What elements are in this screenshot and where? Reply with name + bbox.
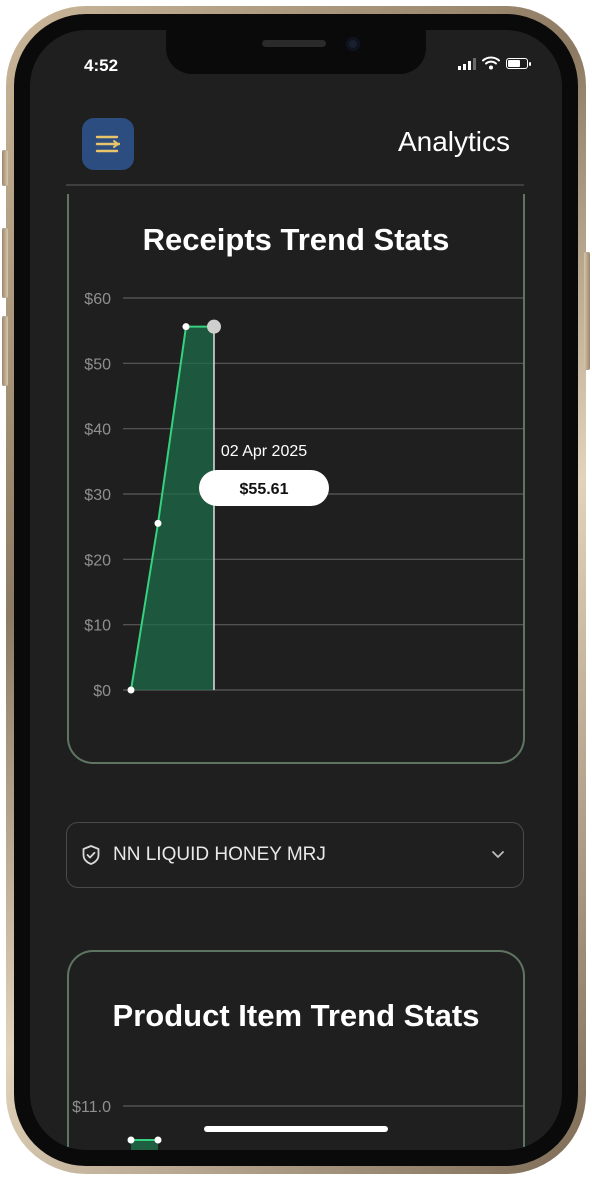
data-point[interactable]: [127, 686, 135, 694]
status-time: 4:52: [84, 56, 119, 75]
home-indicator: [204, 1126, 388, 1132]
receipts-area-fill: [131, 326, 214, 690]
data-point[interactable]: [127, 1136, 135, 1144]
menu-button[interactable]: [82, 118, 134, 170]
y-tick-label: $10: [84, 618, 111, 635]
y-tick-label: $0: [93, 683, 111, 700]
volume-up-button: [2, 228, 8, 298]
menu-lines-icon: [95, 135, 121, 153]
highlighted-data-point[interactable]: [207, 319, 221, 334]
receipts-trend-card: Receipts Trend Stats $0 $10 $20 $30 $40 $50 $6…: [67, 194, 525, 764]
y-tick-label: $20: [84, 552, 111, 569]
y-tick-label: $40: [84, 422, 111, 439]
y-tick-label: $60: [84, 291, 111, 308]
mute-switch: [2, 150, 8, 186]
battery-icon: [506, 57, 531, 69]
chart-tooltip: 02 Apr 2025 $55.61: [199, 443, 329, 506]
status-icons: [458, 56, 531, 70]
front-camera: [346, 37, 360, 51]
receipts-trend-chart[interactable]: $0 $10 $20 $30 $40 $50 $60 02 Apr 2025 $55.61: [67, 194, 525, 714]
product-select-dropdown[interactable]: NN LIQUID HONEY MRJ: [66, 822, 524, 888]
power-button: [584, 252, 590, 370]
data-point[interactable]: [154, 519, 162, 527]
notch: [166, 30, 426, 74]
cellular-signal-icon: [458, 57, 476, 70]
chevron-down-icon: [492, 851, 504, 858]
y-tick-label: $30: [84, 487, 111, 504]
y-tick-label: $11.0: [72, 1099, 111, 1116]
y-tick-label: $50: [84, 356, 111, 373]
shield-check-icon: [82, 845, 100, 865]
header-divider: [66, 184, 524, 186]
data-point[interactable]: [182, 323, 190, 331]
product-trend-chart[interactable]: $11.0: [67, 952, 525, 1150]
product-area-fill: [131, 1140, 158, 1150]
tooltip-value: $55.61: [240, 481, 289, 498]
tooltip-date: 02 Apr 2025: [221, 443, 307, 460]
dropdown-selected-value: NN LIQUID HONEY MRJ: [113, 844, 326, 865]
data-point[interactable]: [154, 1136, 162, 1144]
volume-down-button: [2, 316, 8, 386]
page-title: Analytics: [397, 126, 510, 157]
product-trend-card: Product Item Trend Stats $11.0: [67, 950, 525, 1150]
wifi-icon: [482, 56, 500, 70]
earpiece-speaker: [262, 40, 326, 47]
app-screen: 4:52 Analytics Receipts Trend Stats $0 $1…: [30, 30, 562, 1150]
